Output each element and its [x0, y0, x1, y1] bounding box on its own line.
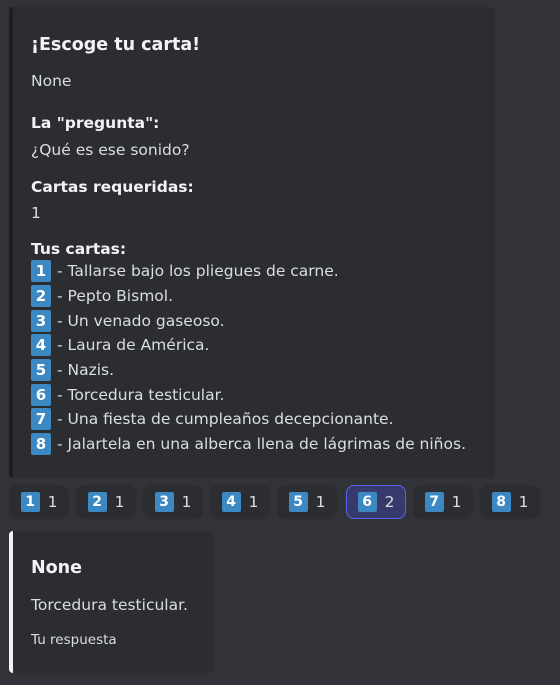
button-count: 1 [518, 493, 529, 511]
answer-embed: None Torcedura testicular. Tu respuesta [9, 531, 214, 673]
card-text: - Nazis. [57, 361, 115, 380]
keycap-2-icon: 2 [31, 285, 51, 308]
keycap-3-icon: 3 [154, 492, 174, 512]
question-field-value: ¿Qué es ese sonido? [31, 141, 190, 159]
keycap-8-icon: 8 [491, 492, 511, 512]
answer-embed-title: None [31, 558, 82, 578]
card-item-2: 2 - Pepto Bismol. [31, 284, 466, 309]
card-item-8: 8 - Jalartela en una alberca llena de lág… [31, 432, 466, 457]
button-count: 1 [315, 493, 326, 511]
answer-embed-description: Torcedura testicular. [31, 596, 188, 614]
keycap-3-icon: 3 [31, 309, 51, 332]
card-button-7[interactable]: 71 [413, 485, 473, 519]
card-text: - Una fiesta de cumpleaños decepcionante… [57, 410, 394, 429]
keycap-5-icon: 5 [31, 359, 51, 382]
keycap-4-icon: 4 [31, 334, 51, 357]
button-count: 1 [181, 493, 192, 511]
keycap-6-icon: 6 [357, 492, 377, 512]
card-text: - Torcedura testicular. [57, 385, 225, 404]
card-text: - Laura de América. [57, 336, 210, 355]
card-text: - Tallarse bajo los pliegues de carne. [57, 262, 339, 281]
card-text: - Un venado gaseoso. [57, 311, 225, 330]
card-button-5[interactable]: 51 [277, 485, 337, 519]
card-selection-embed: ¡Escoge tu carta! None La "pregunta": ¿Q… [9, 7, 495, 478]
card-item-7: 7 - Una fiesta de cumpleaños decepcionant… [31, 407, 466, 432]
embed-description: None [31, 72, 72, 90]
keycap-4-icon: 4 [221, 492, 241, 512]
card-button-6[interactable]: 62 [346, 485, 406, 519]
card-text: - Jalartela en una alberca llena de lágr… [57, 435, 466, 454]
keycap-5-icon: 5 [288, 492, 308, 512]
required-cards-field-value: 1 [31, 204, 41, 222]
card-item-4: 4 - Laura de América. [31, 333, 466, 358]
button-count: 2 [384, 493, 395, 511]
button-count: 1 [114, 493, 125, 511]
card-button-2[interactable]: 21 [76, 485, 136, 519]
card-item-6: 6 - Torcedura testicular. [31, 382, 466, 407]
embed-title: ¡Escoge tu carta! [31, 35, 201, 55]
keycap-6-icon: 6 [31, 383, 51, 406]
card-text: - Pepto Bismol. [57, 287, 174, 306]
keycap-1-icon: 1 [20, 492, 40, 512]
keycap-2-icon: 2 [87, 492, 107, 512]
button-count: 1 [451, 493, 462, 511]
card-item-5: 5 - Nazis. [31, 358, 466, 383]
card-button-1[interactable]: 11 [9, 485, 69, 519]
keycap-1-icon: 1 [31, 260, 51, 283]
card-item-1: 1 - Tallarse bajo los pliegues de carne. [31, 259, 466, 284]
question-field-name: La "pregunta": [31, 114, 160, 132]
keycap-8-icon: 8 [31, 433, 51, 456]
button-count: 1 [248, 493, 259, 511]
card-button-3[interactable]: 31 [143, 485, 203, 519]
required-cards-field-name: Cartas requeridas: [31, 178, 194, 196]
card-button-8[interactable]: 81 [480, 485, 540, 519]
card-list: 1- Tallarse bajo los pliegues de carne. … [31, 259, 466, 457]
card-item-3: 3 - Un venado gaseoso. [31, 308, 466, 333]
keycap-7-icon: 7 [31, 408, 51, 431]
card-button-4[interactable]: 41 [210, 485, 270, 519]
answer-embed-footer: Tu respuesta [31, 632, 117, 648]
keycap-7-icon: 7 [424, 492, 444, 512]
button-count: 1 [47, 493, 58, 511]
your-cards-field-name: Tus cartas: [31, 240, 127, 258]
